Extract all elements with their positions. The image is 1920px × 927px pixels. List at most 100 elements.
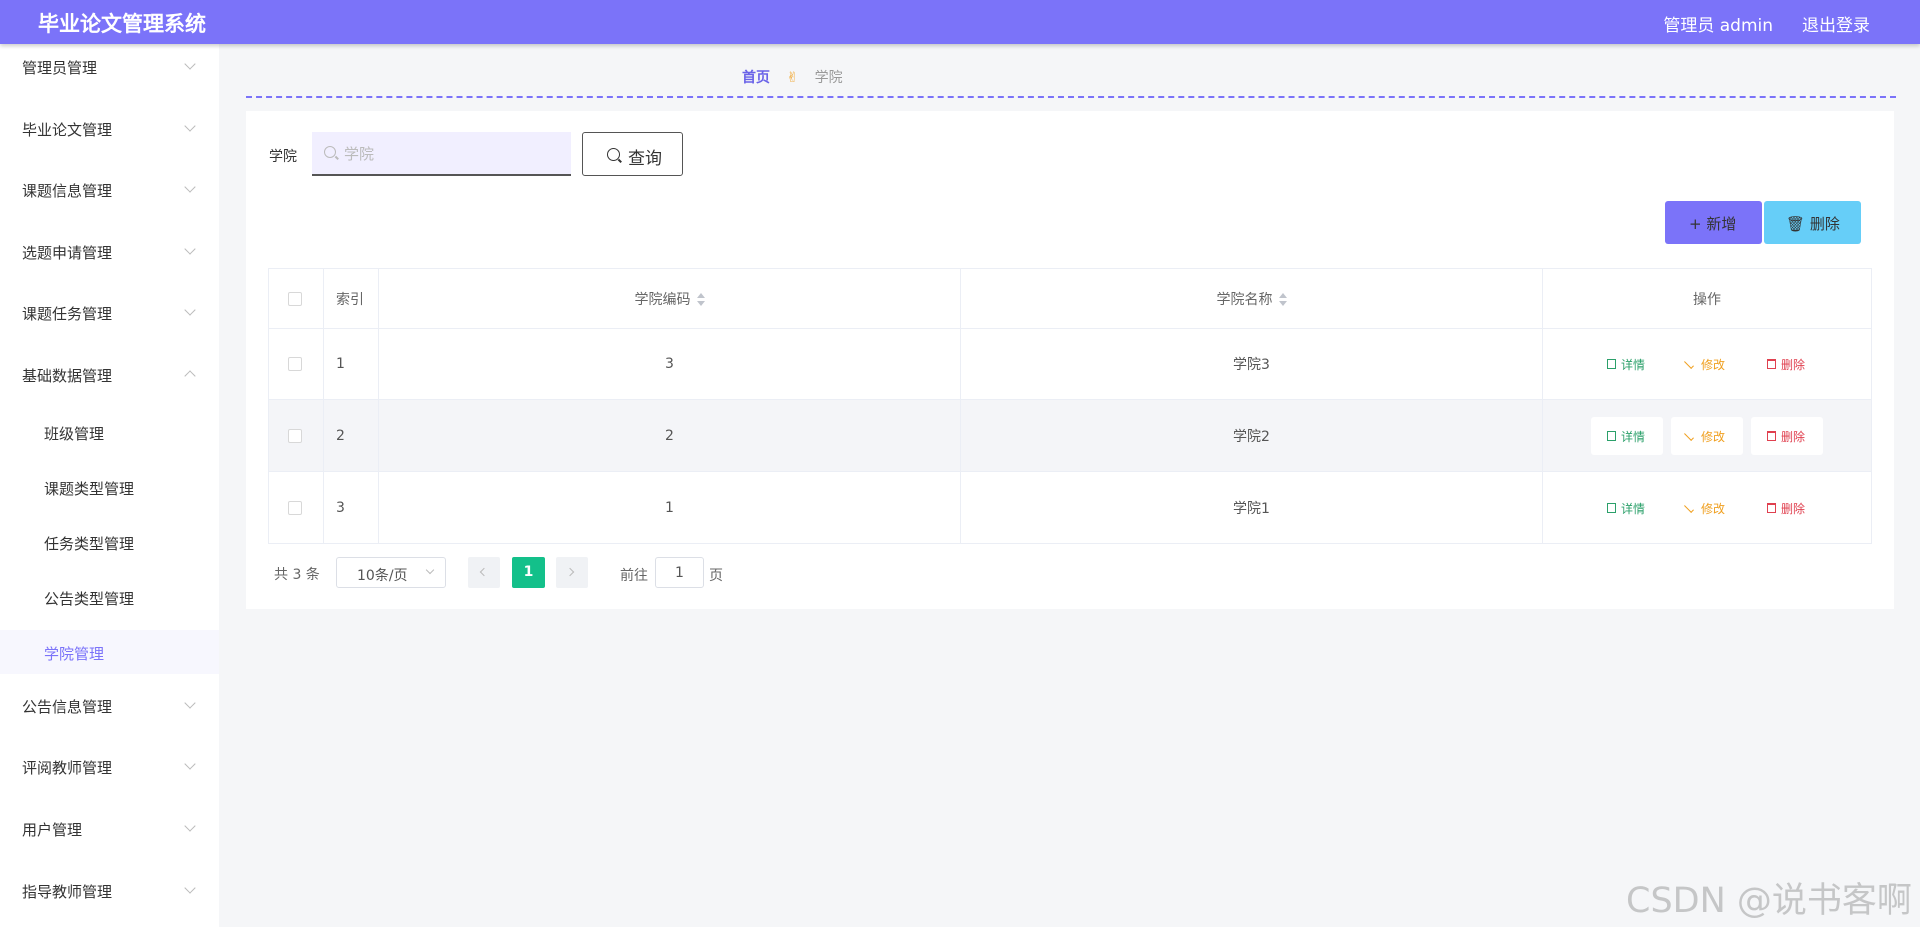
query-button-label: 查询 bbox=[628, 149, 662, 169]
row-index: 3 bbox=[336, 499, 345, 516]
detail-button[interactable]: 详情 bbox=[1591, 345, 1663, 383]
row-index: 1 bbox=[336, 356, 345, 372]
chevron-left-icon bbox=[479, 567, 489, 577]
sort-icon[interactable] bbox=[1278, 292, 1287, 307]
row-name: 学院2 bbox=[1233, 428, 1270, 445]
header-code-text: 学院编码 bbox=[634, 291, 691, 308]
delete-row-button[interactable]: 删除 bbox=[1751, 489, 1823, 527]
plus-icon: + bbox=[1689, 215, 1707, 233]
sidebar-item-class[interactable]: 班级管理 bbox=[0, 410, 219, 454]
delete-row-button[interactable]: 删除 bbox=[1751, 345, 1823, 383]
row-select-cell bbox=[269, 472, 324, 543]
search-icon bbox=[324, 146, 336, 158]
sidebar-menu-admin[interactable]: 管理员管理 bbox=[0, 46, 219, 86]
edit-button[interactable]: 修改 bbox=[1671, 416, 1743, 455]
document-icon bbox=[1607, 502, 1616, 513]
sidebar-menu-label: 评阅教师管理 bbox=[22, 759, 113, 777]
row-checkbox[interactable] bbox=[288, 428, 302, 443]
current-user-label: 管理员 admin bbox=[1663, 16, 1773, 36]
row-code-cell: 1 bbox=[379, 472, 961, 543]
row-ops-cell: 详情 修改 删除 bbox=[1543, 472, 1871, 543]
sidebar-menu-advisor[interactable]: 指导教师管理 bbox=[0, 870, 219, 910]
edit-icon bbox=[1684, 430, 1694, 441]
breadcrumb-home[interactable]: 首页 bbox=[742, 70, 770, 86]
row-select-cell bbox=[269, 400, 324, 471]
sidebar-menu-label: 毕业论文管理 bbox=[22, 121, 113, 139]
row-index-cell: 1 bbox=[324, 329, 379, 399]
table-row: 2 2 学院2 详情 修改 删除 bbox=[269, 400, 1871, 472]
header-index-cell: 索引 bbox=[324, 269, 379, 328]
detail-button[interactable]: 详情 bbox=[1591, 489, 1663, 527]
delete-row-button[interactable]: 删除 bbox=[1751, 416, 1823, 455]
chevron-right-icon bbox=[565, 567, 575, 577]
table-row: 1 3 学院3 详情 修改 删除 bbox=[269, 329, 1871, 400]
header-code-cell[interactable]: 学院编码 bbox=[379, 269, 961, 328]
trash-icon bbox=[1767, 502, 1776, 513]
breadcrumb-current: 学院 bbox=[814, 70, 843, 86]
sidebar-item-task-type[interactable]: 任务类型管理 bbox=[0, 520, 219, 564]
batch-delete-button[interactable]: 🗑 删除 bbox=[1764, 201, 1861, 244]
header-name: 学院名称 bbox=[961, 289, 1542, 309]
sidebar-menu-label: 用户管理 bbox=[22, 821, 83, 839]
search-input[interactable] bbox=[344, 142, 559, 166]
breadcrumb-separator-icon: ✌ bbox=[786, 70, 799, 86]
sidebar-item-topic-type[interactable]: 课题类型管理 bbox=[0, 465, 219, 509]
row-name-cell: 学院1 bbox=[961, 472, 1543, 543]
edit-icon bbox=[1684, 359, 1694, 369]
detail-button[interactable]: 详情 bbox=[1591, 416, 1663, 455]
edit-button[interactable]: 修改 bbox=[1671, 345, 1743, 383]
chevron-down-icon bbox=[184, 820, 196, 832]
trash-icon bbox=[1767, 359, 1776, 369]
chevron-down-icon bbox=[184, 758, 196, 770]
sidebar-menu-basic-data[interactable]: 基础数据管理 bbox=[0, 354, 219, 394]
edit-label: 修改 bbox=[1701, 358, 1726, 372]
sidebar-menu-topic-application[interactable]: 选题申请管理 bbox=[0, 231, 219, 271]
row-checkbox[interactable] bbox=[288, 500, 302, 515]
select-all-checkbox[interactable] bbox=[288, 291, 302, 306]
row-checkbox[interactable] bbox=[288, 357, 302, 371]
trash-icon bbox=[1767, 430, 1776, 441]
header-name-text: 学院名称 bbox=[1216, 291, 1273, 308]
sidebar-item-label: 公告类型管理 bbox=[44, 590, 135, 608]
next-page-button[interactable] bbox=[556, 557, 588, 588]
pagination-total: 共 3 条 bbox=[274, 567, 320, 583]
sidebar-menu-topic-info[interactable]: 课题信息管理 bbox=[0, 169, 219, 209]
chevron-down-icon bbox=[184, 243, 196, 255]
search-field[interactable] bbox=[312, 132, 571, 176]
goto-label: 前往 bbox=[620, 568, 648, 584]
query-button[interactable]: 查询 bbox=[582, 132, 683, 176]
watermark: CSDN @说书客啊 bbox=[1626, 881, 1912, 921]
sort-icon[interactable] bbox=[696, 292, 705, 307]
row-select-cell bbox=[269, 329, 324, 399]
row-code: 2 bbox=[665, 427, 674, 444]
goto-page-input[interactable] bbox=[655, 557, 704, 588]
logout-link[interactable]: 退出登录 bbox=[1802, 11, 1870, 36]
sidebar-menu-label: 公告信息管理 bbox=[22, 698, 113, 716]
sidebar-menu-notice-info[interactable]: 公告信息管理 bbox=[0, 685, 219, 725]
add-button[interactable]: + 新增 bbox=[1665, 201, 1762, 244]
sidebar-menu-review-teacher[interactable]: 评阅教师管理 bbox=[0, 746, 219, 786]
search-icon bbox=[607, 148, 620, 161]
sidebar-menu-thesis[interactable]: 毕业论文管理 bbox=[0, 108, 219, 148]
edit-button[interactable]: 修改 bbox=[1671, 489, 1743, 527]
college-table: 索引 学院编码 学院名称 操作 1 3 学院3 详情 修改 删除 2 2 学院2… bbox=[268, 268, 1872, 544]
row-ops-cell: 详情 修改 删除 bbox=[1543, 329, 1871, 399]
row-index: 2 bbox=[336, 427, 345, 444]
header-name-cell[interactable]: 学院名称 bbox=[961, 269, 1543, 328]
edit-label: 修改 bbox=[1701, 501, 1726, 516]
sidebar-item-notice-type[interactable]: 公告类型管理 bbox=[0, 575, 219, 619]
app-title: 毕业论文管理系统 bbox=[38, 12, 206, 36]
page-number-current[interactable]: 1 bbox=[512, 557, 545, 588]
sidebar-item-college[interactable]: 学院管理 bbox=[0, 630, 219, 674]
add-label-text: 新增 bbox=[1706, 215, 1737, 233]
chevron-down-icon bbox=[184, 304, 196, 316]
page-size-select[interactable]: 10条/页 bbox=[336, 557, 446, 588]
sidebar-menu-label: 课题信息管理 bbox=[22, 182, 113, 200]
sidebar-menu-topic-task[interactable]: 课题任务管理 bbox=[0, 292, 219, 332]
chevron-down-icon bbox=[184, 697, 196, 709]
sidebar-menu-user[interactable]: 用户管理 bbox=[0, 808, 219, 848]
sidebar-item-label: 课题类型管理 bbox=[44, 480, 135, 498]
detail-label: 详情 bbox=[1621, 358, 1646, 372]
prev-page-button[interactable] bbox=[468, 557, 500, 588]
detail-label: 详情 bbox=[1621, 429, 1646, 444]
